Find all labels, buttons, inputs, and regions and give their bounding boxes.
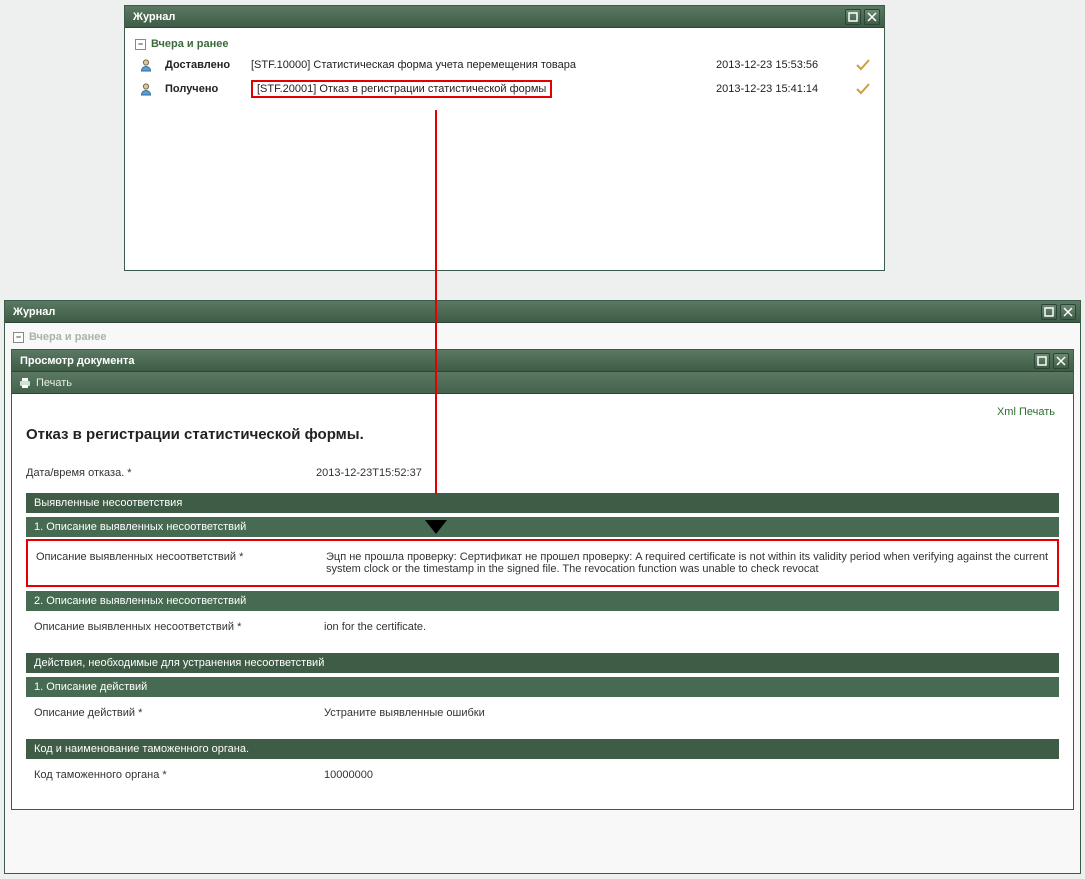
- group-header-dim[interactable]: − Вчера и ранее: [11, 327, 1074, 347]
- titlebar: Журнал: [125, 6, 884, 28]
- row-status: Получено: [159, 76, 245, 102]
- close-button[interactable]: [1060, 304, 1076, 320]
- group-header[interactable]: − Вчера и ранее: [133, 34, 876, 54]
- highlighted-content: Описание выявленных несоответствий * Эцп…: [26, 539, 1059, 587]
- check-icon: [856, 59, 870, 71]
- section-header: Код и наименование таможенного органа.: [26, 739, 1059, 759]
- doc-viewer-panel: Просмотр документа Печать Xml Печать: [11, 349, 1074, 810]
- user-icon: [139, 58, 153, 72]
- field-label: Описание выявленных несоответствий *: [34, 621, 324, 633]
- journal-panel-top: Журнал − Вчера и ранее Доставлено [STF.1…: [124, 5, 885, 271]
- section-header: Действия, необходимые для устранения нес…: [26, 653, 1059, 673]
- field-label: Описание выявленных несоответствий *: [36, 551, 326, 575]
- highlighted-subject: [STF.20001] Отказ в регистрации статисти…: [251, 80, 552, 98]
- field-row: Дата/время отказа. * 2013-12-23T15:52:37: [26, 463, 1059, 483]
- row-date: 2013-12-23 15:41:14: [710, 76, 850, 102]
- check-icon: [856, 83, 870, 95]
- collapse-icon[interactable]: −: [13, 332, 24, 343]
- doc-panel-title: Просмотр документа: [20, 355, 1031, 367]
- print-button[interactable]: Печать: [18, 376, 72, 390]
- panel-body: − Вчера и ранее Просмотр документа Печат…: [5, 323, 1080, 873]
- maximize-button[interactable]: [1034, 353, 1050, 369]
- maximize-button[interactable]: [845, 9, 861, 25]
- doc-heading: Отказ в регистрации статистической формы…: [26, 426, 1059, 443]
- field-value: Эцп не прошла проверку: Сертификат не пр…: [326, 551, 1049, 575]
- close-button[interactable]: [1053, 353, 1069, 369]
- field-value: Устраните выявленные ошибки: [324, 707, 1051, 719]
- field-label: Код таможенного органа *: [34, 769, 324, 781]
- field-label: Дата/время отказа. *: [26, 467, 316, 479]
- collapse-icon[interactable]: −: [135, 39, 146, 50]
- panel-title: Журнал: [133, 11, 842, 23]
- maximize-button[interactable]: [1041, 304, 1057, 320]
- journal-table: Доставлено [STF.10000] Статистическая фо…: [133, 54, 876, 102]
- doc-body: Xml Печать Отказ в регистрации статистич…: [12, 394, 1073, 809]
- doc-titlebar: Просмотр документа: [12, 350, 1073, 372]
- section-header: Выявленные несоответствия: [26, 493, 1059, 513]
- printer-icon: [18, 376, 32, 390]
- doc-toolbar: Печать: [12, 372, 1073, 394]
- panel-title: Журнал: [13, 306, 1038, 318]
- panel-body: − Вчера и ранее Доставлено [STF.10000] С…: [125, 28, 884, 270]
- xml-print-link[interactable]: Xml Печать: [997, 406, 1055, 418]
- field-label: Описание действий *: [34, 707, 324, 719]
- row-subject: [STF.10000] Статистическая форма учета п…: [245, 54, 710, 76]
- subsection-header: 1. Описание выявленных несоответствий: [26, 517, 1059, 537]
- field-value: ion for the certificate.: [324, 621, 1051, 633]
- journal-panel-bottom: Журнал − Вчера и ранее Просмотр документ…: [4, 300, 1081, 874]
- group-label: Вчера и ранее: [151, 38, 228, 50]
- titlebar: Журнал: [5, 301, 1080, 323]
- group-label: Вчера и ранее: [29, 331, 106, 343]
- field-value: 2013-12-23T15:52:37: [316, 467, 1059, 479]
- close-button[interactable]: [864, 9, 880, 25]
- print-label: Печать: [36, 377, 72, 389]
- subsection-header: 1. Описание действий: [26, 677, 1059, 697]
- subsection-header: 2. Описание выявленных несоответствий: [26, 591, 1059, 611]
- table-row[interactable]: Получено [STF.20001] Отказ в регистрации…: [133, 76, 876, 102]
- row-date: 2013-12-23 15:53:56: [710, 54, 850, 76]
- row-status: Доставлено: [159, 54, 245, 76]
- table-row[interactable]: Доставлено [STF.10000] Статистическая фо…: [133, 54, 876, 76]
- field-value: 10000000: [324, 769, 1051, 781]
- annotation-arrow-line: [435, 110, 437, 494]
- annotation-arrow-head: [423, 518, 449, 536]
- user-icon: [139, 82, 153, 96]
